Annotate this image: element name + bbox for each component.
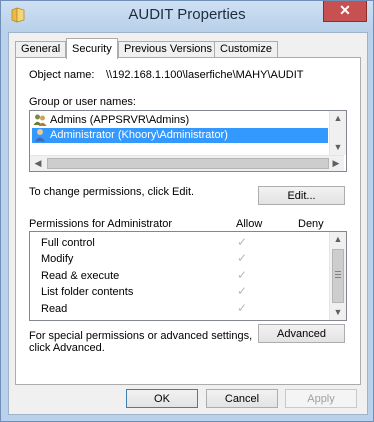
security-panel: Object name: \\192.168.1.100\laserfiche\… — [15, 57, 361, 385]
group-user-list[interactable]: Admins (APPSRVR\Admins) Administrator (K… — [29, 110, 347, 172]
cancel-button[interactable]: Cancel — [206, 389, 278, 408]
permission-row: Read & execute — [41, 270, 120, 282]
scroll-right-icon[interactable]: ▶ — [328, 156, 344, 171]
object-name-label: Object name: — [29, 69, 95, 81]
hscroll-thumb[interactable] — [47, 158, 329, 169]
user-icon — [35, 129, 45, 142]
edit-button[interactable]: Edit... — [258, 186, 345, 205]
scroll-up-icon[interactable]: ▲ — [330, 232, 346, 247]
ok-button[interactable]: OK — [126, 389, 198, 408]
permissions-vscroll[interactable]: ▲ ▼ — [329, 232, 346, 320]
allow-check-icon: ✓ — [237, 268, 248, 282]
deny-header: Deny — [298, 218, 324, 230]
allow-check-icon: ✓ — [237, 301, 248, 315]
advanced-button[interactable]: Advanced — [258, 324, 345, 343]
special-permissions-text-2: click Advanced. — [29, 342, 105, 354]
tab-customize[interactable]: Customize — [214, 41, 278, 58]
allow-header: Allow — [236, 218, 263, 230]
object-name-value: \\192.168.1.100\laserfiche\MAHY\AUDIT — [106, 69, 304, 81]
permissions-header: Permissions for Administrator — [29, 218, 173, 230]
scroll-left-icon[interactable]: ◀ — [30, 156, 46, 171]
list-item-label: Admins (APPSRVR\Admins) — [50, 114, 190, 126]
apply-button[interactable]: Apply — [285, 389, 357, 408]
special-permissions-text: For special permissions or advanced sett… — [29, 330, 253, 342]
permission-row: Read — [41, 303, 68, 315]
allow-check-icon: ✓ — [237, 235, 248, 249]
permission-row: Full control — [41, 237, 95, 249]
allow-check-icon: ✓ — [237, 251, 248, 265]
scroll-up-icon[interactable]: ▲ — [330, 111, 346, 126]
tab-security[interactable]: Security — [66, 38, 118, 59]
permission-row: List folder contents — [41, 286, 134, 298]
group-list-vscroll[interactable]: ▲ ▼ — [329, 111, 346, 155]
scroll-down-icon[interactable]: ▼ — [330, 140, 346, 155]
tab-general[interactable]: General — [15, 41, 67, 58]
close-button[interactable]: ✕ — [323, 1, 367, 22]
vscroll-thumb[interactable] — [332, 249, 344, 303]
group-list-hscroll[interactable]: ◀ ▶ — [30, 155, 344, 171]
allow-check-icon: ✓ — [237, 284, 248, 298]
title-bar[interactable]: AUDIT Properties ✕ — [1, 1, 373, 30]
list-item[interactable]: Administrator (Khoory\Administrator) — [32, 128, 328, 143]
list-item-label: Administrator (Khoory\Administrator) — [50, 129, 228, 141]
scroll-down-icon[interactable]: ▼ — [330, 305, 346, 320]
permission-row: Modify — [41, 253, 74, 265]
tab-previous-versions[interactable]: Previous Versions — [118, 41, 219, 58]
change-permissions-text: To change permissions, click Edit. — [29, 186, 195, 198]
close-icon: ✕ — [339, 2, 351, 18]
group-names-label: Group or user names: — [29, 96, 136, 108]
dialog-client: General Security Previous Versions Custo… — [8, 32, 368, 415]
permissions-list[interactable]: Full control Modify Read & execute List … — [29, 231, 347, 321]
group-icon — [33, 114, 47, 126]
list-item[interactable]: Admins (APPSRVR\Admins) — [32, 113, 328, 128]
window-title: AUDIT Properties — [128, 6, 246, 23]
properties-window: AUDIT Properties ✕ General Security Prev… — [0, 0, 374, 422]
